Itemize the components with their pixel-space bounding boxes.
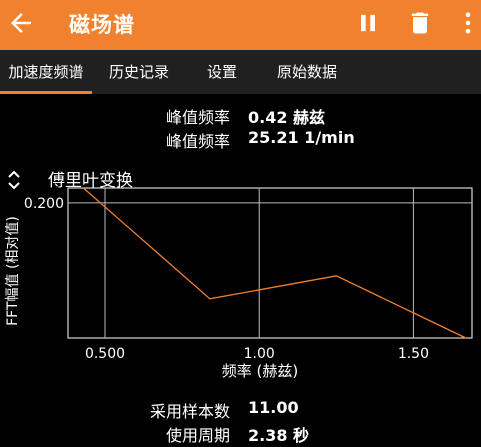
period-value: 2.38 秒 (248, 426, 310, 445)
more-vertical-icon[interactable] (454, 9, 481, 37)
peak-frequency-label: 峰值频率 (165, 108, 230, 127)
x-tick-label: 0.500 (85, 346, 125, 362)
samples-row: 采用样本数 (110, 398, 230, 421)
trash-icon[interactable] (406, 9, 434, 37)
y-axis-label: FFT幅值 (相对值) (5, 216, 21, 326)
peak-frequency-per-min-label: 峰值频率 (165, 132, 230, 151)
page-title: 磁场谱 (69, 13, 135, 37)
back-arrow-icon[interactable] (6, 8, 36, 38)
tab-history[interactable]: 历史记录 (100, 50, 178, 94)
x-tick-label: 1.00 (244, 346, 275, 362)
tab-bar: 加速度频谱 历史记录 设置 原始数据 (0, 50, 481, 94)
tab-settings[interactable]: 设置 (196, 50, 248, 94)
period-row: 使用周期 (110, 422, 230, 445)
app-bar: 磁场谱 (0, 0, 481, 50)
plot-frame (67, 187, 473, 339)
tab-acceleration-spectrum[interactable]: 加速度频谱 (0, 50, 92, 94)
x-axis-label: 频率 (赫兹) (222, 362, 298, 380)
samples-label: 采用样本数 (149, 402, 230, 421)
samples-value: 11.00 (248, 398, 299, 417)
fft-chart: 0.500 1.00 1.50 0.200 频率 (赫兹) FFT幅值 (相对值) (5, 187, 473, 380)
peak-frequency-per-min-row: 峰值频率 (120, 128, 230, 151)
x-tick-label: 1.50 (398, 346, 429, 362)
peak-frequency-row: 峰值频率 (120, 104, 230, 127)
period-label: 使用周期 (165, 426, 230, 445)
peak-frequency-value: 0.42 赫兹 (248, 108, 326, 127)
pause-icon[interactable] (354, 9, 382, 37)
y-tick-label: 0.200 (24, 196, 64, 212)
tab-raw-data[interactable]: 原始数据 (266, 50, 348, 94)
peak-frequency-per-min-value: 25.21 1/min (248, 128, 355, 147)
